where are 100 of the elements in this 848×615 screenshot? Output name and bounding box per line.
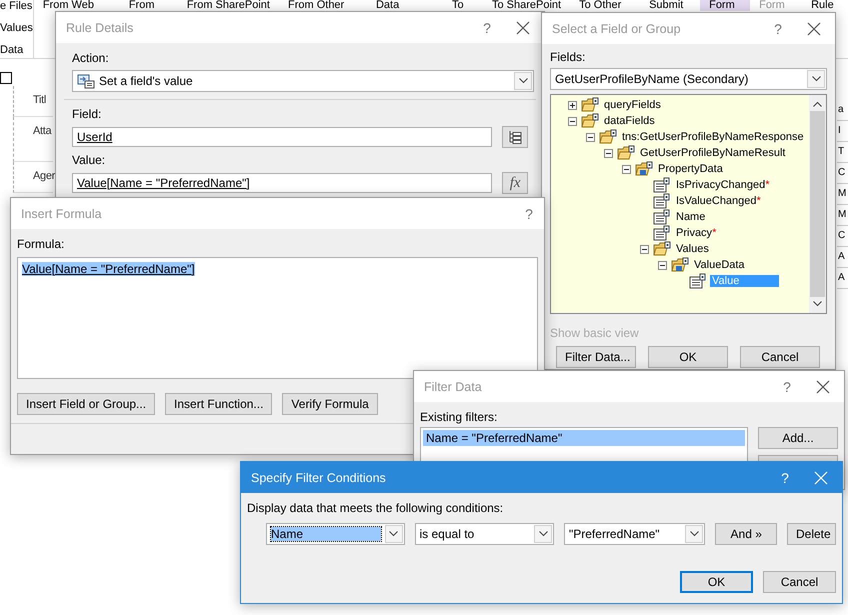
ribbon-command[interactable]: To xyxy=(442,0,483,11)
action-dropdown[interactable]: Set a field's value xyxy=(72,70,534,92)
dialog-button[interactable]: Cancel xyxy=(763,571,836,593)
field-icon xyxy=(653,193,671,209)
ribbon-command[interactable]: From xyxy=(120,0,178,11)
tree-item[interactable]: GetUserProfileByNameResult xyxy=(638,147,788,159)
chevron-down-icon xyxy=(389,531,398,537)
help-button[interactable]: ? xyxy=(514,206,544,222)
collapse-icon[interactable] xyxy=(658,260,667,270)
field-dropdown[interactable]: Name xyxy=(266,523,404,545)
tree-item[interactable]: ValueData xyxy=(692,259,747,271)
folder-icon xyxy=(653,241,671,257)
ribbon-command[interactable]: Form xyxy=(700,0,750,11)
value-input[interactable]: Value[Name = "PreferredName"] xyxy=(72,173,492,193)
field-input[interactable]: UserId xyxy=(72,127,492,147)
rule-action-icon xyxy=(77,73,95,89)
field-label: Field: xyxy=(72,107,102,121)
tree-item[interactable]: Values xyxy=(674,243,711,255)
repeating-folder-icon xyxy=(635,161,653,177)
dialog-button[interactable]: Insert Function... xyxy=(165,393,272,415)
ribbon-command[interactable]: From SharePoint xyxy=(178,0,279,11)
form-label: Atta xyxy=(33,125,52,137)
data-source-dropdown[interactable]: GetUserProfileByName (Secondary) xyxy=(550,68,827,90)
table-cell: A xyxy=(837,247,848,268)
close-icon[interactable] xyxy=(516,20,530,34)
ribbon-command[interactable]: To SharePoint xyxy=(482,0,570,11)
ribbon-command[interactable]: Submit xyxy=(640,0,700,11)
ribbon-command[interactable]: Data xyxy=(366,0,443,11)
collapse-icon[interactable] xyxy=(568,116,577,126)
chevron-up-icon[interactable] xyxy=(813,101,822,107)
tree-item[interactable]: Name xyxy=(674,211,708,223)
close-icon[interactable] xyxy=(816,380,830,394)
value-dropdown[interactable]: "PreferredName" xyxy=(564,523,706,545)
tree-item[interactable]: tns:GetUserProfileByNameResponse xyxy=(620,131,806,143)
formula-box[interactable]: Value[Name = "PreferredName"] xyxy=(17,257,538,379)
operator-dropdown[interactable]: is equal to xyxy=(414,523,554,545)
table-cell: T xyxy=(837,142,848,163)
function-button[interactable]: fx xyxy=(502,172,528,194)
window-title: Insert Formula xyxy=(21,206,103,220)
tree-item[interactable]: Privacy* xyxy=(674,227,718,239)
chevron-down-icon xyxy=(813,301,822,307)
dialog-button[interactable]: Cancel xyxy=(740,346,820,368)
ribbon-label: Data xyxy=(0,44,24,56)
ribbon-command[interactable]: From Other xyxy=(278,0,367,11)
dialog-button[interactable]: OK xyxy=(648,346,728,368)
form-label: Titl xyxy=(33,94,46,106)
expand-icon[interactable] xyxy=(568,100,577,110)
folder-icon xyxy=(581,113,599,129)
tree-icon xyxy=(508,130,522,144)
table-cell: I xyxy=(837,121,848,142)
help-button[interactable]: ? xyxy=(770,470,800,486)
ribbon-command[interactable]: Rule xyxy=(802,0,848,11)
table-cell: C xyxy=(837,163,848,184)
folder-icon xyxy=(617,145,635,161)
chevron-down-icon xyxy=(518,78,528,84)
tree-item[interactable]: IsValueChanged* xyxy=(674,195,763,207)
help-button[interactable]: ? xyxy=(772,378,802,394)
list-item[interactable]: Name = "PreferredName" xyxy=(423,430,745,446)
tree-item[interactable]: PropertyData xyxy=(656,163,725,175)
chevron-down-icon xyxy=(690,531,699,537)
field-icon xyxy=(653,225,671,241)
dialog-button[interactable]: Insert Field or Group... xyxy=(17,393,156,415)
tree-item[interactable]: queryFields xyxy=(602,99,663,111)
collapse-icon[interactable] xyxy=(622,164,631,174)
ribbon-command[interactable]: To Other xyxy=(570,0,640,11)
tree-item[interactable]: IsPrivacyChanged* xyxy=(674,179,772,191)
and-button[interactable]: And » xyxy=(715,523,777,545)
close-icon[interactable] xyxy=(807,22,821,36)
tree-item[interactable]: dataFields xyxy=(602,115,657,127)
window-title: Filter Data xyxy=(424,380,483,394)
field-label: Existing filters: xyxy=(420,410,498,424)
collapse-icon[interactable] xyxy=(604,148,613,158)
field-label: Fields: xyxy=(550,50,586,64)
dialog-button[interactable]: OK xyxy=(680,571,753,593)
window-title: Specify Filter Conditions xyxy=(251,470,387,484)
chevron-down-icon xyxy=(538,531,548,537)
window-title: Select a Field or Group xyxy=(552,22,682,36)
dialog-button[interactable]: Verify Formula xyxy=(282,393,378,415)
form-label: Ager xyxy=(33,170,56,182)
prompt-text: Display data that meets the following conditions: xyxy=(247,501,504,515)
dialog-button[interactable]: Add... xyxy=(758,427,838,449)
collapse-icon[interactable] xyxy=(640,244,649,254)
checkbox[interactable] xyxy=(0,72,12,84)
help-button[interactable]: ? xyxy=(472,20,502,36)
ribbon-label: e Files xyxy=(0,0,33,12)
table-cell: A xyxy=(837,268,848,289)
field-icon xyxy=(689,273,707,289)
repeating-folder-icon xyxy=(671,257,689,273)
table-cell: a xyxy=(837,100,848,121)
scrollbar[interactable] xyxy=(809,95,826,313)
delete-button[interactable]: Delete xyxy=(787,523,836,545)
table-cell: C xyxy=(837,226,848,247)
ribbon-command[interactable]: From Web xyxy=(34,0,120,11)
help-button[interactable]: ? xyxy=(763,20,793,36)
table-cell: M xyxy=(837,184,848,205)
collapse-icon[interactable] xyxy=(586,132,595,142)
folder-icon xyxy=(581,97,599,113)
dialog-button[interactable]: Filter Data... xyxy=(556,346,636,368)
field-picker-button[interactable] xyxy=(502,126,528,148)
field-label: Value: xyxy=(72,153,106,167)
